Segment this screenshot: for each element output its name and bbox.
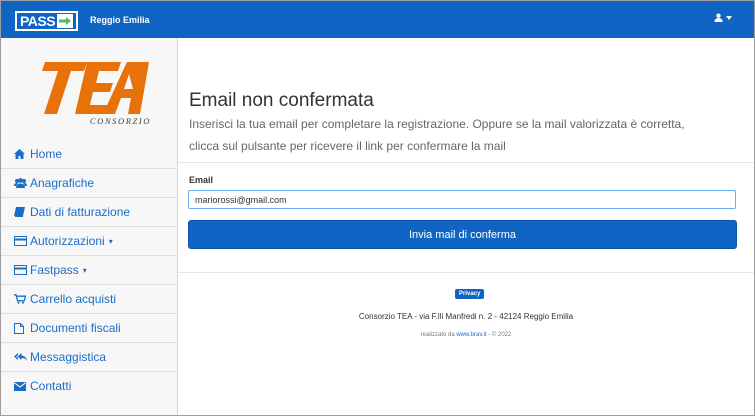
send-confirmation-button[interactable]: Invia mail di conferma xyxy=(188,220,737,249)
home-icon xyxy=(14,148,28,159)
reply-all-icon xyxy=(14,352,28,363)
envelope-icon xyxy=(14,381,28,392)
sidebar-item-autorizzazioni[interactable]: Autorizzazioni ▾ xyxy=(1,226,177,255)
sidebar-nav: Home Anagrafiche Dati di fatturazione Au… xyxy=(1,139,177,400)
sidebar-item-label: Fastpass xyxy=(30,263,79,277)
email-label: Email xyxy=(189,175,214,185)
chevron-down-icon: ▾ xyxy=(82,265,87,275)
footer-address: Consorzio TEA - via F.lli Manfredi n. 2 … xyxy=(358,312,574,321)
cart-icon xyxy=(14,294,28,305)
user-icon xyxy=(714,13,723,22)
sidebar-item-label: Contatti xyxy=(30,379,72,393)
sidebar-item-label: Dati di fatturazione xyxy=(30,205,131,219)
sidebar-item-home[interactable]: Home xyxy=(1,139,177,168)
user-menu[interactable] xyxy=(714,13,732,22)
credit-link[interactable]: www.brav.it xyxy=(456,332,486,338)
top-navbar: PASS Reggio Emilia xyxy=(1,1,754,38)
chevron-down-icon xyxy=(726,15,732,20)
book-icon xyxy=(14,207,28,218)
tea-logo-graphic xyxy=(42,62,149,114)
app-window: PASS Reggio Emilia CONSORZIO Home Anagra… xyxy=(0,0,755,416)
sidebar-item-dati-fatturazione[interactable]: Dati di fatturazione xyxy=(1,197,177,226)
chevron-down-icon: ▾ xyxy=(108,236,113,246)
footer-credit: realizzato da www.brav.it - © 2022 xyxy=(178,332,754,338)
main-content: Email non confermata Inserisci la tua em… xyxy=(178,38,754,415)
sidebar-item-label: Anagrafiche xyxy=(30,176,95,190)
users-icon xyxy=(14,178,28,189)
divider xyxy=(178,162,754,163)
pass-logo-text: PASS xyxy=(20,13,56,29)
credit-prefix: realizzato da xyxy=(420,332,457,338)
brand-caption: CONSORZIO xyxy=(89,116,151,126)
pass-logo[interactable]: PASS xyxy=(15,11,78,31)
sidebar-item-carrello[interactable]: Carrello acquisti xyxy=(1,284,177,313)
sidebar-item-label: Autorizzazioni xyxy=(30,234,105,248)
sidebar-item-documenti-fiscali[interactable]: Documenti fiscali xyxy=(1,313,177,342)
city-label: Reggio Emilia xyxy=(90,15,150,25)
sidebar-item-label: Home xyxy=(30,146,63,161)
sidebar-item-messaggistica[interactable]: Messaggistica xyxy=(1,342,177,371)
intro-text: Inserisci la tua email per completare la… xyxy=(189,117,685,153)
arrow-right-icon xyxy=(57,14,74,28)
divider xyxy=(178,272,754,273)
card-icon xyxy=(14,236,28,247)
email-field[interactable] xyxy=(188,190,736,209)
privacy-link[interactable]: Privacy xyxy=(455,289,485,299)
sidebar-item-label: Carrello acquisti xyxy=(30,292,117,306)
sidebar-item-fastpass[interactable]: Fastpass ▾ xyxy=(1,255,177,284)
page-title: Email non confermata xyxy=(189,90,374,111)
sidebar-item-label: Messaggistica xyxy=(30,350,107,364)
credit-suffix: - © 2022 xyxy=(486,332,512,338)
sidebar-item-contatti[interactable]: Contatti xyxy=(1,371,177,400)
sidebar-item-label: Documenti fiscali xyxy=(30,321,121,335)
sidebar: CONSORZIO Home Anagrafiche Dati di fattu… xyxy=(1,38,178,415)
card-icon xyxy=(14,265,28,276)
tea-consorzio-logo[interactable]: CONSORZIO xyxy=(31,60,151,130)
sidebar-item-anagrafiche[interactable]: Anagrafiche xyxy=(1,168,177,197)
file-icon xyxy=(14,322,28,334)
